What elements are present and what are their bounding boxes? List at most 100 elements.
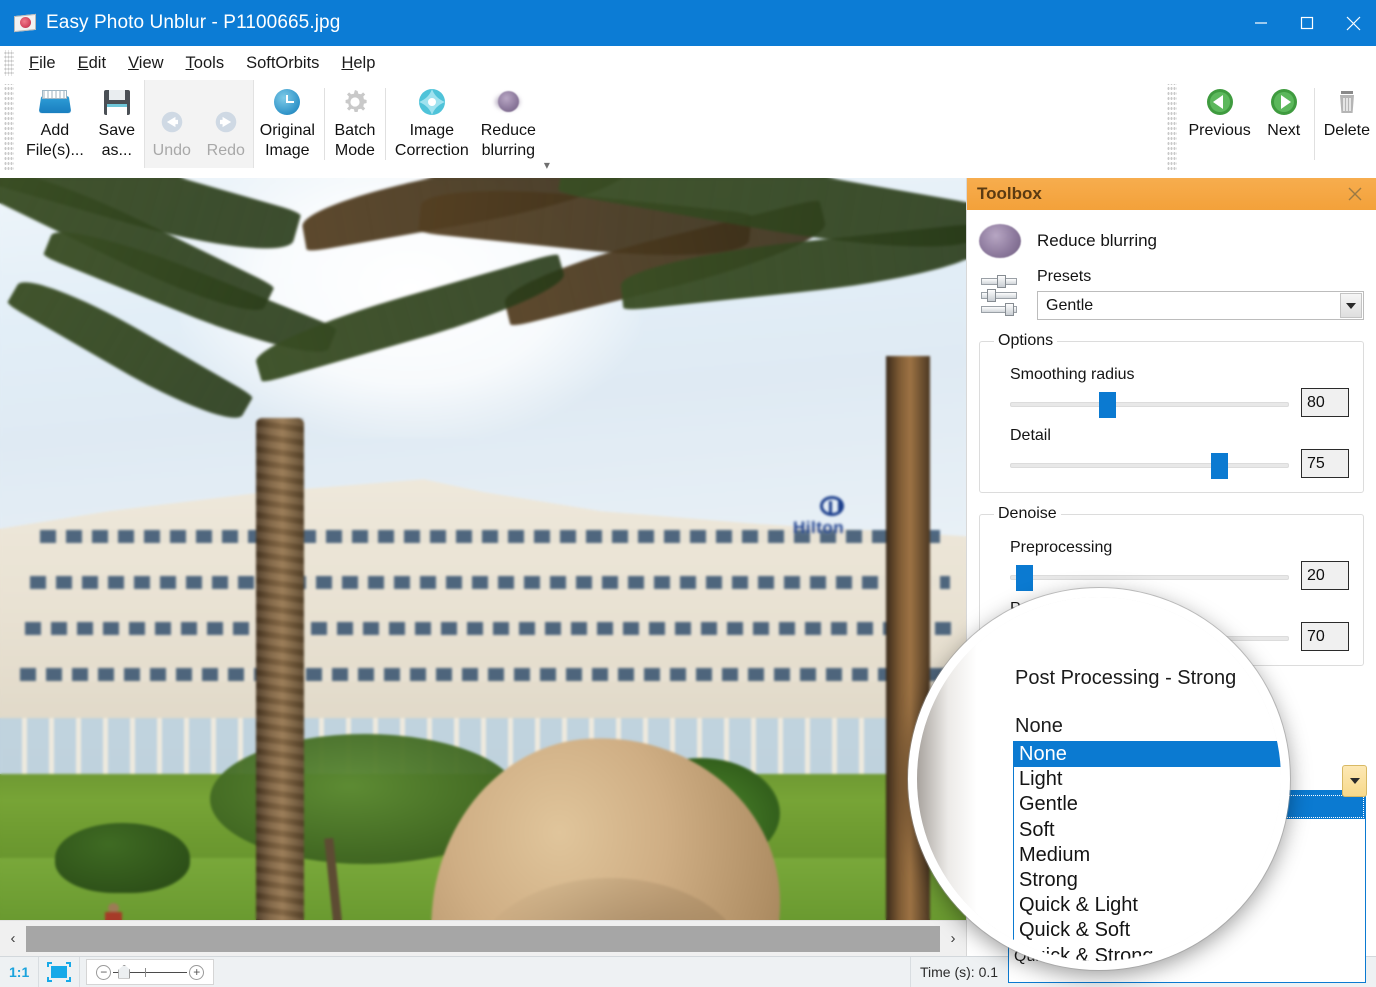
post-processing-dropdown-arrow-icon[interactable] bbox=[1342, 765, 1367, 797]
magnified-option-light[interactable]: Light bbox=[1014, 767, 1281, 792]
chevron-down-icon[interactable] bbox=[1340, 293, 1362, 318]
magnified-post-processing-label: Post Processing - Strong bbox=[1015, 667, 1237, 689]
zoom-slider-tick bbox=[145, 967, 147, 977]
reduce-blurring-label: Reduce blurring bbox=[480, 122, 536, 159]
preprocessing-row: 20 bbox=[994, 561, 1349, 591]
smoothing-radius-slider[interactable] bbox=[1010, 389, 1289, 418]
preprocessing-value[interactable]: 20 bbox=[1301, 561, 1349, 590]
magnified-option-gentle[interactable]: Gentle bbox=[1014, 792, 1281, 817]
magnified-option-soft[interactable]: Soft bbox=[1014, 818, 1281, 843]
scroll-track[interactable] bbox=[26, 922, 940, 956]
add-files-label: Add File(s)... bbox=[26, 122, 84, 159]
batch-mode-label: Batch Mode bbox=[334, 122, 376, 159]
toolbar-overflow-icon[interactable]: ▾ bbox=[544, 158, 550, 172]
magnified-option-strong[interactable]: Strong bbox=[1014, 868, 1281, 893]
magnified-option-quick-soft[interactable]: Quick & Soft bbox=[1014, 918, 1281, 943]
previous-button[interactable]: Previous bbox=[1183, 80, 1257, 143]
zoom-slider-control[interactable]: − + bbox=[86, 959, 215, 985]
fit-to-window-icon bbox=[47, 962, 72, 982]
maximize-icon[interactable] bbox=[1284, 0, 1330, 46]
main-toolbar: Add File(s)... Save as... Undo Redo Orig… bbox=[0, 80, 1376, 178]
zoom-ratio-cell[interactable]: 1:1 bbox=[0, 956, 40, 987]
detail-label: Detail bbox=[1010, 427, 1051, 444]
menu-softorbits[interactable]: SoftOrbits bbox=[235, 52, 330, 75]
green-back-icon bbox=[1204, 86, 1236, 118]
canvas-horizontal-scrollbar[interactable]: ‹ › bbox=[0, 920, 966, 956]
zoom-ratio-label: 1:1 bbox=[9, 964, 30, 980]
redo-button[interactable]: Redo bbox=[199, 100, 253, 163]
scroll-left-button[interactable]: ‹ bbox=[0, 922, 26, 956]
scroll-thumb[interactable] bbox=[26, 925, 940, 952]
fit-to-window-button[interactable] bbox=[39, 956, 81, 987]
sliders-icon bbox=[979, 274, 1021, 320]
green-forward-icon bbox=[1268, 86, 1300, 118]
presets-label: Presets bbox=[1037, 268, 1092, 285]
close-icon[interactable] bbox=[1330, 0, 1376, 46]
detail-value[interactable]: 75 bbox=[1301, 449, 1349, 478]
menu-help[interactable]: Help bbox=[330, 52, 386, 75]
menu-view[interactable]: View bbox=[117, 52, 174, 75]
star-burst-icon bbox=[416, 86, 448, 118]
add-files-button[interactable]: Add File(s)... bbox=[20, 80, 90, 163]
menu-tools[interactable]: Tools bbox=[175, 52, 236, 75]
next-button[interactable]: Next bbox=[1257, 80, 1311, 143]
toolbar-right-grip[interactable] bbox=[1166, 84, 1177, 170]
window-controls bbox=[1238, 0, 1376, 46]
delete-button[interactable]: Delete bbox=[1318, 80, 1376, 143]
menu-grip[interactable] bbox=[4, 50, 14, 76]
minimize-icon[interactable] bbox=[1238, 0, 1284, 46]
toolbar-separator bbox=[323, 88, 325, 160]
magnified-dropdown-list[interactable]: None Light Gentle Soft Medium Strong Qui… bbox=[1013, 741, 1281, 961]
image-correction-label: Image Correction bbox=[394, 122, 469, 159]
blur-orb-icon bbox=[492, 86, 524, 118]
toolbar-right-group: Previous Next Delete bbox=[1166, 80, 1376, 170]
trash-icon bbox=[1331, 86, 1363, 118]
zoom-slider-track[interactable] bbox=[113, 964, 188, 979]
menu-file[interactable]: File bbox=[18, 52, 67, 75]
presets-combobox[interactable]: Gentle bbox=[1037, 291, 1364, 320]
zoom-out-button[interactable]: − bbox=[96, 964, 112, 980]
hilton-sign: Hilton bbox=[793, 518, 845, 537]
zoom-slider-handle[interactable] bbox=[118, 964, 131, 979]
magnified-option-medium[interactable]: Medium bbox=[1014, 843, 1281, 868]
hilton-logo-icon bbox=[820, 496, 844, 516]
magnified-current-value: None bbox=[1015, 715, 1063, 737]
save-as-label: Save as... bbox=[98, 122, 136, 159]
detail-slider[interactable] bbox=[1010, 450, 1289, 479]
toolbox-title: Toolbox bbox=[977, 184, 1042, 203]
batch-mode-button[interactable]: Batch Mode bbox=[328, 80, 382, 163]
magnified-option-none[interactable]: None bbox=[1014, 742, 1281, 768]
presets-value: Gentle bbox=[1046, 296, 1094, 314]
magnifier-content: Post Processing - Strong None None Light… bbox=[917, 597, 1281, 961]
previous-label: Previous bbox=[1188, 122, 1251, 139]
undo-arrow-icon bbox=[156, 106, 188, 138]
zoom-in-button[interactable]: + bbox=[189, 964, 205, 980]
detail-row: 75 bbox=[994, 449, 1349, 479]
post-processing-value[interactable]: 70 bbox=[1301, 622, 1349, 651]
current-tool-row: Reduce blurring bbox=[979, 224, 1364, 258]
hotel-photo: Hilton 9 bbox=[0, 178, 966, 920]
preprocessing-label: Preprocessing bbox=[1010, 539, 1113, 556]
title-bar: Easy Photo Unblur - P1100665.jpg bbox=[0, 0, 1376, 46]
save-as-button[interactable]: Save as... bbox=[90, 80, 144, 163]
magnified-option-quick-light[interactable]: Quick & Light bbox=[1014, 893, 1281, 918]
undo-button[interactable]: Undo bbox=[145, 100, 199, 163]
toolbar-separator-3 bbox=[1313, 88, 1315, 160]
redo-arrow-icon bbox=[210, 106, 242, 138]
next-label: Next bbox=[1267, 122, 1301, 139]
smoothing-radius-value[interactable]: 80 bbox=[1301, 388, 1349, 417]
reduce-blurring-button[interactable]: Reduce blurring bbox=[475, 80, 542, 163]
image-correction-button[interactable]: Image Correction bbox=[389, 80, 475, 163]
preprocessing-slider[interactable] bbox=[1010, 562, 1289, 591]
delete-label: Delete bbox=[1323, 122, 1370, 139]
menu-edit[interactable]: Edit bbox=[67, 52, 117, 75]
toolbar-grip[interactable] bbox=[4, 84, 14, 170]
original-image-button[interactable]: Original Image bbox=[254, 80, 321, 163]
person-figure bbox=[105, 903, 122, 920]
options-legend: Options bbox=[998, 332, 1054, 349]
current-tool-name: Reduce blurring bbox=[1037, 231, 1158, 250]
floppy-save-icon bbox=[101, 86, 133, 118]
image-canvas[interactable]: Hilton 9 bbox=[0, 178, 966, 920]
magnifier-photo-edge bbox=[917, 597, 977, 961]
toolbox-close-icon[interactable] bbox=[1344, 183, 1366, 205]
